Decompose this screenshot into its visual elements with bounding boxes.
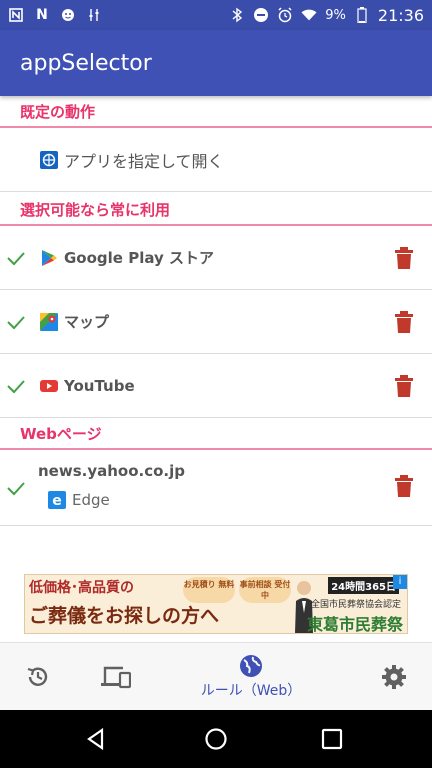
system-nav-bar: [0, 710, 432, 768]
status-bar: N 9% 21:36: [0, 0, 432, 30]
n-icon: N: [36, 7, 48, 23]
check-icon: [7, 315, 25, 329]
section-header-web-pages: Webページ: [0, 418, 432, 450]
battery-percentage: 9%: [325, 7, 346, 23]
battery-icon: [354, 7, 370, 23]
web-domain-label: news.yahoo.co.jp: [38, 462, 185, 480]
list-item-label: マップ: [64, 313, 110, 331]
list-item-web-rule[interactable]: news.yahoo.co.jp e Edge: [0, 450, 432, 526]
youtube-icon: [40, 377, 58, 395]
bottom-tab-bar: ルール（Web）: [0, 642, 432, 710]
wifi-icon: [301, 7, 317, 23]
alarm-icon: [277, 7, 293, 23]
delete-icon[interactable]: [394, 246, 414, 269]
list-item-label: YouTube: [64, 376, 135, 395]
default-action-row[interactable]: アプリを指定して開く: [0, 128, 432, 192]
tuning-icon: [86, 7, 102, 23]
app-bar: appSelector: [0, 30, 432, 96]
tab-rules-web[interactable]: ルール（Web）: [186, 643, 316, 711]
delete-icon[interactable]: [394, 310, 414, 333]
home-icon[interactable]: [204, 727, 228, 751]
maps-icon: [40, 312, 58, 331]
list-item-google-play[interactable]: Google Play ストア: [0, 226, 432, 290]
tab-devices[interactable]: [96, 643, 136, 711]
ad-tagline: ご葬儀をお探しの方へ: [29, 605, 220, 627]
delete-icon[interactable]: [394, 374, 414, 397]
ad-certification: 全国市民葬祭協会認定: [310, 600, 401, 610]
recents-icon[interactable]: [320, 727, 344, 751]
list-item-label: Google Play ストア: [64, 249, 214, 267]
check-icon: [7, 481, 25, 495]
ad-brand: 東葛市民葬祭: [306, 615, 403, 634]
ad-badge-consult: 事前相談 受付中: [239, 577, 291, 603]
tab-label: ルール（Web）: [200, 683, 302, 699]
face-icon: [60, 7, 76, 23]
edge-icon: e: [48, 491, 66, 509]
tab-settings[interactable]: [374, 643, 414, 711]
ad-badge-estimate: お見積り 無料: [183, 577, 235, 603]
app-selector-icon: [40, 150, 58, 169]
list-item-maps[interactable]: マップ: [0, 290, 432, 354]
clock: 21:36: [377, 5, 424, 25]
tab-history[interactable]: [18, 643, 58, 711]
back-icon[interactable]: [84, 727, 108, 751]
svg-text:e: e: [52, 493, 62, 509]
web-app-label: Edge: [72, 491, 110, 509]
ad-info-icon[interactable]: i: [393, 575, 407, 589]
section-header-always-use: 選択可能なら常に利用: [0, 194, 432, 226]
notification-icon: [8, 7, 24, 23]
ad-headline: 低価格･高品質の: [29, 580, 134, 596]
check-icon: [7, 251, 25, 265]
globe-icon: [240, 655, 262, 677]
dnd-icon: [253, 7, 269, 23]
history-icon: [27, 667, 48, 686]
ad-banner[interactable]: 低価格･高品質の お見積り 無料 事前相談 受付中 ご葬儀をお探しの方へ 24時…: [24, 574, 408, 634]
list-item-youtube[interactable]: YouTube: [0, 354, 432, 418]
gear-icon: [382, 665, 406, 689]
section-header-default-action: 既定の動作: [0, 96, 432, 128]
default-action-label: アプリを指定して開く: [64, 151, 224, 171]
ad-hours: 24時間365日: [328, 577, 399, 594]
google-play-icon: [40, 249, 58, 267]
app-title: appSelector: [20, 50, 152, 76]
check-icon: [7, 379, 25, 393]
devices-icon: [101, 666, 131, 689]
bluetooth-icon: [229, 7, 245, 23]
delete-icon[interactable]: [394, 475, 414, 497]
